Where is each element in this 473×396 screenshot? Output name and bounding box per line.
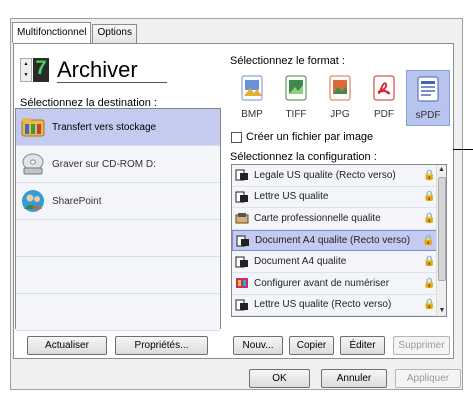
- profile-name-input[interactable]: Archiver: [57, 57, 167, 83]
- scroll-down-icon[interactable]: ▼: [437, 306, 446, 316]
- format-pdf[interactable]: PDF: [362, 70, 406, 126]
- cancel-button[interactable]: Annuler: [321, 369, 387, 388]
- config-item-label: Configurer avant de numériser: [254, 277, 390, 289]
- list-filler: [16, 220, 220, 257]
- edit-config-button[interactable]: Éditer: [340, 336, 385, 355]
- lock-icon: 🔒: [423, 169, 436, 181]
- config-item-label: Lettre US qualite (Recto verso): [254, 299, 392, 311]
- new-config-button[interactable]: Nouv...: [233, 336, 283, 355]
- destination-item-storage[interactable]: Transfert vers stockage: [16, 109, 220, 146]
- config-item-selected[interactable]: Document A4 qualite (Recto verso) 🔒: [232, 229, 437, 252]
- lock-icon: 🔒: [422, 235, 435, 247]
- scan-doc-icon: [235, 299, 248, 311]
- scroll-up-icon[interactable]: ▲: [437, 165, 446, 175]
- refresh-button[interactable]: Actualiser: [27, 336, 107, 355]
- tab-multifonctionnel[interactable]: Multifonctionnel: [12, 22, 92, 43]
- lock-icon: 🔒: [423, 277, 436, 289]
- configure-icon: [236, 278, 248, 289]
- scroll-thumb[interactable]: [438, 177, 446, 281]
- format-selector: BMP TIFF JPG PDF sPDF: [230, 70, 452, 126]
- scan-doc-icon: [235, 191, 248, 203]
- format-label-tiff: TIFF: [285, 109, 307, 120]
- lock-icon: 🔒: [423, 191, 436, 203]
- config-item[interactable]: Carte professionnelle qualite 🔒: [232, 208, 437, 230]
- one-file-per-image-checkbox[interactable]: [231, 131, 242, 143]
- pdf-icon: [373, 75, 395, 101]
- bmp-icon: [241, 75, 263, 101]
- one-file-per-image-label: Créer un fichier par image: [246, 131, 374, 143]
- config-item[interactable]: Lettre US qualite 🔒: [232, 186, 437, 209]
- profile-number-spinner[interactable]: ▲ ▼: [20, 58, 32, 82]
- one-file-per-image-row: Créer un fichier par image: [231, 131, 373, 143]
- destination-item-sharepoint[interactable]: SharePoint: [16, 183, 220, 220]
- destination-label-cdrom: Graver sur CD-ROM D:: [52, 158, 156, 170]
- profile-number: 7: [33, 58, 49, 82]
- format-label: Sélectionnez le format :: [230, 55, 345, 67]
- properties-button[interactable]: Propriétés...: [115, 336, 208, 355]
- spinner-up-icon[interactable]: ▲: [21, 59, 31, 70]
- cd-burn-icon: [22, 153, 44, 175]
- config-item-label: Document A4 qualite (Recto verso): [255, 235, 411, 247]
- lock-icon: 🔒: [423, 299, 436, 311]
- list-filler: [16, 257, 220, 294]
- configuration-list[interactable]: Legale US qualite (Recto verso) 🔒 Lettre…: [231, 164, 447, 317]
- format-bmp[interactable]: BMP: [230, 70, 274, 126]
- spdf-icon: [417, 76, 439, 102]
- destination-label-sharepoint: SharePoint: [52, 195, 102, 207]
- spinner-down-icon[interactable]: ▼: [21, 70, 31, 81]
- config-item[interactable]: Lettre US qualite (Recto verso) 🔒: [232, 294, 437, 316]
- scan-doc-icon: [235, 169, 248, 181]
- config-item[interactable]: Document A4 qualite 🔒: [232, 251, 437, 273]
- config-item[interactable]: Configurer avant de numériser 🔒: [232, 272, 437, 295]
- format-jpg[interactable]: JPG: [318, 70, 362, 126]
- configuration-scrollbar[interactable]: ▲ ▼: [436, 165, 446, 316]
- jpg-icon: [329, 75, 351, 101]
- scan-doc-icon: [236, 235, 249, 247]
- tiff-icon: [285, 75, 307, 101]
- folder-storage-icon: [21, 118, 45, 137]
- config-item-label: Document A4 qualite: [254, 256, 347, 268]
- config-item-label: Legale US qualite (Recto verso): [254, 169, 396, 181]
- format-spdf[interactable]: sPDF: [406, 70, 450, 126]
- profile-name-box: ▲ ▼ 7 Archiver: [20, 57, 220, 83]
- tab-bar: Multifonctionnel Options: [12, 22, 138, 44]
- lock-icon: 🔒: [423, 212, 436, 224]
- sharepoint-icon: [22, 190, 44, 212]
- destination-label-storage: Transfert vers stockage: [52, 121, 157, 133]
- format-label-jpg: JPG: [330, 109, 350, 120]
- delete-config-button[interactable]: Supprimer: [393, 336, 450, 355]
- callout-line: [453, 149, 473, 150]
- format-tiff[interactable]: TIFF: [274, 70, 318, 126]
- config-item-label: Carte professionnelle qualite: [254, 212, 381, 224]
- format-label-pdf: PDF: [374, 109, 394, 120]
- tab-options[interactable]: Options: [92, 24, 137, 43]
- config-item[interactable]: Legale US qualite (Recto verso) 🔒: [232, 165, 437, 187]
- destination-item-cdrom[interactable]: Graver sur CD-ROM D:: [16, 146, 220, 183]
- format-label-bmp: BMP: [241, 109, 263, 120]
- config-item-label: Lettre US qualite: [254, 191, 329, 203]
- lock-icon: 🔒: [423, 256, 436, 268]
- copy-config-button[interactable]: Copier: [289, 336, 334, 355]
- apply-button[interactable]: Appliquer: [395, 369, 461, 388]
- list-filler: [16, 294, 220, 331]
- ok-button[interactable]: OK: [249, 369, 310, 388]
- scan-doc-icon: [235, 256, 248, 268]
- destination-list[interactable]: Transfert vers stockage Graver sur CD-RO…: [15, 108, 221, 331]
- business-card-icon: [235, 213, 249, 224]
- configuration-label: Sélectionnez la configuration :: [230, 151, 377, 163]
- format-label-spdf: sPDF: [415, 110, 441, 121]
